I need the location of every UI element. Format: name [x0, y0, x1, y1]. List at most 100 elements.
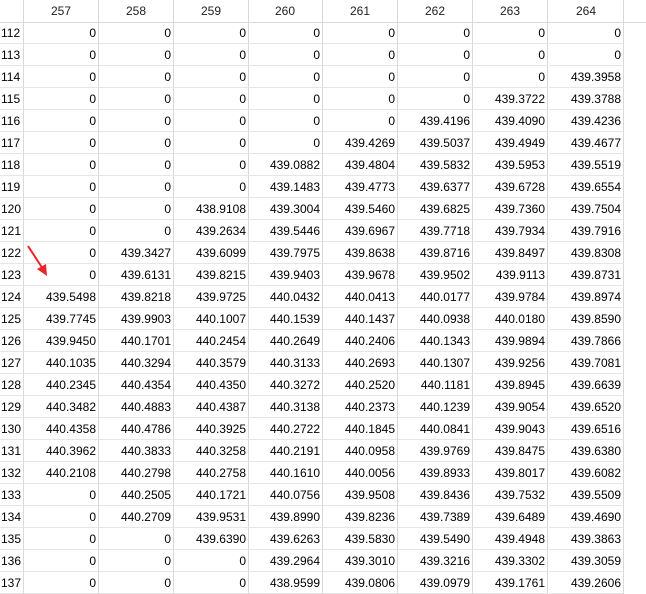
table-cell[interactable]: 439.3788 [549, 88, 624, 110]
table-cell[interactable]: 439.6728 [473, 176, 548, 198]
table-cell[interactable]: 0 [398, 88, 473, 110]
table-cell[interactable]: 439.9256 [473, 352, 548, 374]
table-cell[interactable]: 439.8590 [549, 308, 624, 330]
table-cell[interactable]: 0 [24, 484, 99, 506]
table-cell[interactable]: 439.5446 [248, 220, 323, 242]
table-cell[interactable]: 439.8215 [174, 264, 249, 286]
table-cell[interactable]: 439.9508 [323, 484, 398, 506]
table-cell[interactable]: 440.1721 [174, 484, 249, 506]
table-cell[interactable]: 439.2634 [174, 220, 249, 242]
table-cell[interactable]: 440.4354 [99, 374, 174, 396]
table-cell[interactable]: 439.7081 [549, 352, 624, 374]
table-cell[interactable]: 439.8990 [248, 506, 323, 528]
table-cell[interactable]: 0 [99, 154, 174, 176]
table-cell[interactable]: 0 [99, 66, 174, 88]
table-cell[interactable]: 439.8945 [473, 374, 548, 396]
table-cell[interactable]: 440.1343 [398, 330, 473, 352]
row-header[interactable]: 132 [0, 462, 24, 484]
table-cell[interactable]: 439.9450 [24, 330, 99, 352]
table-cell[interactable]: 439.8638 [323, 242, 398, 264]
table-cell[interactable]: 439.2606 [549, 572, 624, 594]
table-cell[interactable]: 439.8436 [398, 484, 473, 506]
table-cell[interactable]: 439.6967 [323, 220, 398, 242]
table-cell[interactable]: 0 [99, 528, 174, 550]
table-cell[interactable]: 440.2709 [99, 506, 174, 528]
row-header[interactable]: 118 [0, 154, 24, 176]
row-header[interactable]: 126 [0, 330, 24, 352]
table-cell[interactable]: 439.7975 [248, 242, 323, 264]
table-cell[interactable]: 439.9894 [473, 330, 548, 352]
table-cell[interactable]: 439.5460 [323, 198, 398, 220]
table-cell[interactable]: 0 [174, 22, 249, 44]
table-cell[interactable]: 440.2722 [248, 418, 323, 440]
table-cell[interactable]: 439.7866 [549, 330, 624, 352]
table-cell[interactable]: 440.2454 [174, 330, 249, 352]
table-cell[interactable]: 439.9725 [174, 286, 249, 308]
table-cell[interactable]: 440.2191 [248, 440, 323, 462]
corner-cell[interactable] [0, 0, 24, 22]
table-cell[interactable]: 0 [473, 66, 548, 88]
table-cell[interactable]: 440.3272 [248, 374, 323, 396]
table-cell[interactable]: 0 [24, 132, 99, 154]
table-cell[interactable]: 440.3133 [248, 352, 323, 374]
table-cell[interactable]: 439.7532 [473, 484, 548, 506]
table-cell[interactable]: 0 [174, 132, 249, 154]
table-cell[interactable]: 440.0938 [398, 308, 473, 330]
table-cell[interactable]: 439.8716 [398, 242, 473, 264]
table-cell[interactable]: 0 [248, 22, 323, 44]
table-cell[interactable]: 439.5498 [24, 286, 99, 308]
table-cell[interactable]: 439.9043 [473, 418, 548, 440]
table-cell[interactable]: 440.1539 [248, 308, 323, 330]
row-header[interactable]: 115 [0, 88, 24, 110]
table-cell[interactable]: 0 [174, 176, 249, 198]
table-cell[interactable]: 0 [24, 110, 99, 132]
row-header[interactable]: 124 [0, 286, 24, 308]
table-cell[interactable]: 440.0056 [323, 462, 398, 484]
row-header[interactable]: 136 [0, 550, 24, 572]
column-header[interactable]: 264 [549, 0, 624, 22]
table-cell[interactable]: 0 [99, 572, 174, 594]
table-cell[interactable]: 0 [24, 528, 99, 550]
table-cell[interactable]: 440.2798 [99, 462, 174, 484]
table-cell[interactable]: 0 [323, 88, 398, 110]
table-cell[interactable]: 0 [99, 44, 174, 66]
table-cell[interactable]: 439.6520 [549, 396, 624, 418]
table-cell[interactable]: 438.9599 [248, 572, 323, 594]
table-cell[interactable]: 0 [549, 22, 624, 44]
table-cell[interactable]: 440.1437 [323, 308, 398, 330]
table-cell[interactable]: 440.3833 [99, 440, 174, 462]
table-cell[interactable]: 440.0958 [323, 440, 398, 462]
row-header[interactable]: 123 [0, 264, 24, 286]
table-cell[interactable]: 0 [24, 264, 99, 286]
row-header[interactable]: 120 [0, 198, 24, 220]
table-cell[interactable]: 439.6131 [99, 264, 174, 286]
row-header[interactable]: 116 [0, 110, 24, 132]
table-cell[interactable]: 439.9903 [99, 308, 174, 330]
table-cell[interactable]: 0 [398, 44, 473, 66]
table-cell[interactable]: 0 [248, 44, 323, 66]
row-header[interactable]: 119 [0, 176, 24, 198]
column-header[interactable]: 260 [248, 0, 323, 22]
table-cell[interactable]: 440.0756 [248, 484, 323, 506]
table-cell[interactable]: 439.3059 [549, 550, 624, 572]
table-cell[interactable]: 439.4804 [323, 154, 398, 176]
table-cell[interactable]: 439.6639 [549, 374, 624, 396]
table-cell[interactable]: 0 [248, 66, 323, 88]
table-cell[interactable]: 440.4786 [99, 418, 174, 440]
table-cell[interactable]: 0 [24, 572, 99, 594]
table-cell[interactable]: 0 [174, 44, 249, 66]
table-cell[interactable]: 0 [398, 22, 473, 44]
table-cell[interactable]: 439.9502 [398, 264, 473, 286]
table-cell[interactable]: 439.8236 [323, 506, 398, 528]
table-cell[interactable]: 0 [323, 44, 398, 66]
table-cell[interactable]: 439.3427 [99, 242, 174, 264]
table-cell[interactable]: 439.9054 [473, 396, 548, 418]
table-cell[interactable]: 439.0979 [398, 572, 473, 594]
table-cell[interactable]: 440.4387 [174, 396, 249, 418]
table-cell[interactable]: 439.5490 [398, 528, 473, 550]
table-cell[interactable]: 440.1035 [24, 352, 99, 374]
table-cell[interactable]: 440.0841 [398, 418, 473, 440]
row-header[interactable]: 117 [0, 132, 24, 154]
table-cell[interactable]: 0 [24, 242, 99, 264]
table-cell[interactable]: 439.5519 [549, 154, 624, 176]
